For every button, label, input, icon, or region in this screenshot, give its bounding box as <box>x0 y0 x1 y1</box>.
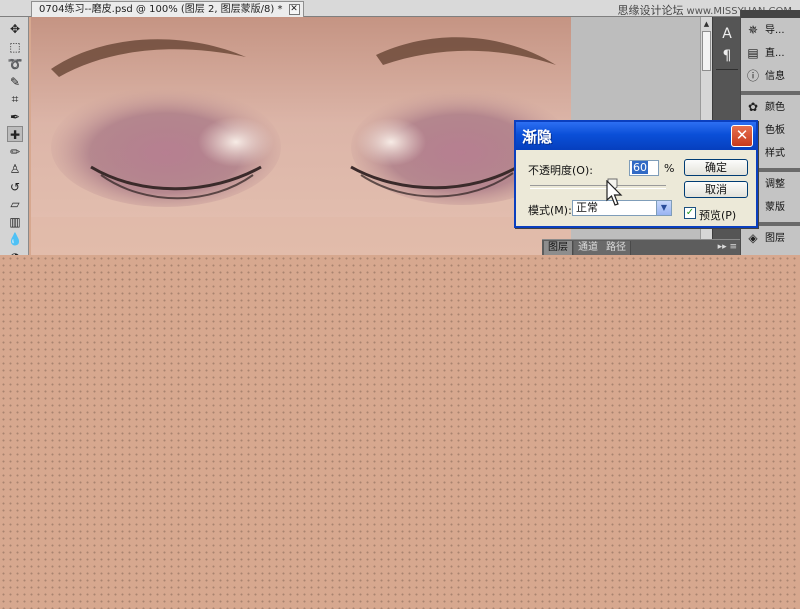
brush-tool[interactable]: ✏ <box>7 144 23 160</box>
photoshop-window: 0704练习--磨皮.psd @ 100% (图层 2, 图层蒙版/8) * ✕… <box>0 0 800 609</box>
paragraph-icon[interactable]: ¶ <box>718 47 736 65</box>
panel-label-styles: 样式 <box>765 148 785 159</box>
opacity-label: 不透明度(O): <box>528 164 593 177</box>
character-icon[interactable]: A <box>718 25 736 43</box>
fade-dialog: 渐隐 ✕ 不透明度(O): 60 % 模式(M): 正常 ▼ 确定 取消 ✓ 预… <box>514 120 758 228</box>
panel-label-info: 信息 <box>765 71 785 82</box>
info-icon: ⓘ <box>746 69 759 83</box>
opacity-unit: % <box>664 162 675 175</box>
dialog-titlebar[interactable]: 渐隐 ✕ <box>516 122 756 150</box>
ok-button[interactable]: 确定 <box>684 159 748 176</box>
dotted-background <box>0 255 800 609</box>
tools-panel: ✥⬚➰✎⌗✒✚✏♙↺▱▥💧◔ <box>0 17 29 272</box>
scroll-thumb[interactable] <box>702 31 711 71</box>
close-tab-icon[interactable]: ✕ <box>288 4 300 15</box>
cancel-button[interactable]: 取消 <box>684 181 748 198</box>
panel-button-layers[interactable]: ◈ 图层 <box>745 230 800 248</box>
tab-paths[interactable]: 路径 <box>602 241 631 256</box>
panel-button-histogram[interactable]: ▤ 直... <box>745 45 800 63</box>
scroll-up-icon[interactable]: ▲ <box>702 19 711 29</box>
blur-tool[interactable]: 💧 <box>7 231 23 247</box>
panel-menu-icon[interactable]: ▸▸ ≡ <box>718 242 737 252</box>
preview-checkbox[interactable]: ✓ <box>684 207 696 219</box>
document-tab-bar: 0704练习--磨皮.psd @ 100% (图层 2, 图层蒙版/8) * ✕… <box>0 0 800 17</box>
panel-label-swatches: 色板 <box>765 125 785 136</box>
document-tab[interactable]: 0704练习--磨皮.psd @ 100% (图层 2, 图层蒙版/8) * ✕ <box>31 1 304 17</box>
mode-label: 模式(M): <box>528 204 572 217</box>
panel-label-layers: 图层 <box>765 233 785 244</box>
mode-value: 正常 <box>576 201 598 214</box>
panel-label-histogram: 直... <box>765 48 785 59</box>
divider <box>716 69 738 70</box>
panel-label-navigator: 导... <box>765 25 785 36</box>
color-icon: ✿ <box>747 100 759 114</box>
eraser-tool[interactable]: ▱ <box>7 196 23 212</box>
tab-channels[interactable]: 通道 <box>574 241 603 256</box>
gradient-tool[interactable]: ▥ <box>7 214 23 230</box>
chevron-down-icon[interactable]: ▼ <box>656 201 671 215</box>
lasso-tool[interactable]: ➰ <box>7 56 23 72</box>
layers-panel-tabs: 图层 通道 路径 ▸▸ ≡ <box>542 239 740 256</box>
tab-layers[interactable]: 图层 <box>544 241 573 256</box>
checkmark-icon: ✓ <box>685 207 695 218</box>
quick-select-tool[interactable]: ✎ <box>7 74 23 90</box>
move-tool[interactable]: ✥ <box>7 21 23 37</box>
navigator-icon: ✵ <box>747 23 759 37</box>
close-icon[interactable]: ✕ <box>731 125 753 147</box>
canvas-photo <box>31 17 571 255</box>
clone-stamp-tool[interactable]: ♙ <box>7 161 23 177</box>
document-canvas[interactable] <box>31 17 571 255</box>
history-brush-tool[interactable]: ↺ <box>7 179 23 195</box>
panel-button-info[interactable]: ⓘ 信息 <box>745 68 800 86</box>
panel-button-navigator[interactable]: ✵ 导... <box>745 22 800 40</box>
panel-label-masks: 蒙版 <box>765 202 785 213</box>
opacity-input[interactable]: 60 <box>629 160 659 176</box>
panel-label-adjustments: 调整 <box>765 179 785 190</box>
dialog-title: 渐隐 <box>522 128 553 146</box>
document-title: 0704练习--磨皮.psd @ 100% (图层 2, 图层蒙版/8) * <box>39 4 283 15</box>
panel-group-divider <box>741 91 800 95</box>
crop-tool[interactable]: ⌗ <box>7 91 23 107</box>
watermark-cn: 思缘设计论坛 <box>617 4 684 17</box>
healing-brush-tool[interactable]: ✚ <box>7 126 23 142</box>
opacity-value: 60 <box>632 161 648 174</box>
opacity-slider[interactable] <box>530 185 666 189</box>
panel-button-color[interactable]: ✿ 颜色 <box>745 99 800 117</box>
layers-icon: ◈ <box>748 231 758 245</box>
mouse-cursor-icon <box>606 180 623 206</box>
histogram-icon: ▤ <box>747 46 759 60</box>
marquee-tool[interactable]: ⬚ <box>7 39 23 55</box>
preview-label: 预览(P) <box>699 209 737 222</box>
dock-header[interactable] <box>741 10 800 18</box>
panel-label-color: 颜色 <box>765 102 785 113</box>
eyedropper-tool[interactable]: ✒ <box>7 109 23 125</box>
